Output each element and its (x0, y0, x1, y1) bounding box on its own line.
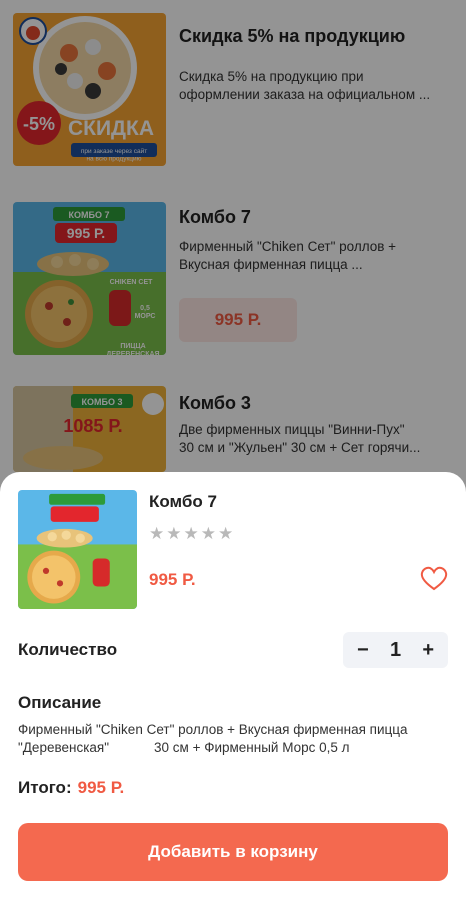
quantity-value: 1 (389, 639, 402, 661)
add-to-cart-button[interactable]: Добавить в корзину (18, 823, 448, 881)
product-title: Комбо 7 (149, 492, 217, 511)
star-icon[interactable]: ★ (184, 524, 199, 544)
product-price: 995 Р. (149, 570, 196, 589)
star-icon[interactable]: ★ (201, 524, 216, 544)
star-icon[interactable]: ★ (149, 524, 164, 544)
description-heading: Описание (18, 693, 102, 712)
decrement-button[interactable]: − (357, 640, 369, 660)
product-image (18, 490, 137, 609)
total-value: 995 Р. (77, 778, 125, 797)
quantity-stepper: − 1 + (343, 632, 448, 668)
quantity-label: Количество (18, 640, 118, 659)
description-text: Фирменный "Chiken Сет" роллов + Вкусная … (18, 722, 412, 755)
total-label: Итого: (18, 778, 72, 797)
favorite-heart-icon[interactable] (420, 566, 448, 592)
star-icon[interactable]: ★ (218, 524, 233, 544)
increment-button[interactable]: + (422, 640, 434, 660)
total-row: Итого: 995 Р. (18, 778, 124, 798)
star-icon[interactable]: ★ (166, 524, 181, 544)
rating-stars[interactable]: ★ ★ ★ ★ ★ (149, 524, 233, 544)
product-bottom-sheet: Комбо 7 ★ ★ ★ ★ ★ 995 Р. Количество − 1 … (0, 472, 466, 900)
